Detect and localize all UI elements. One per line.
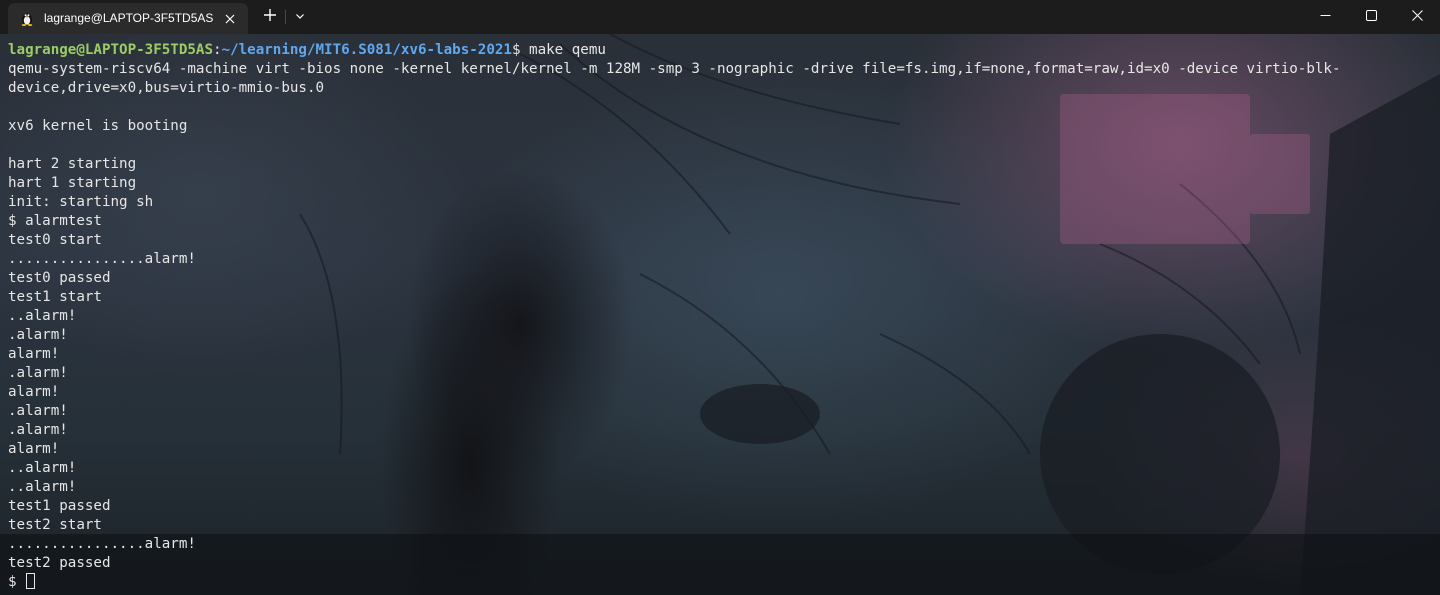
output-line: test0 start xyxy=(8,232,102,248)
output-line: hart 1 starting xyxy=(8,175,137,191)
prompt-user-host: lagrange@LAPTOP-3F5TD5AS xyxy=(8,42,213,58)
prompt-command: make qemu xyxy=(520,42,606,58)
final-prompt: $ xyxy=(8,574,26,590)
output-line: test1 start xyxy=(8,289,102,305)
output-line: device,drive=x0,bus=virtio-mmio-bus.0 xyxy=(8,80,325,96)
minimize-icon xyxy=(1320,8,1331,26)
output-line: .alarm! xyxy=(8,327,68,343)
output-line: ................alarm! xyxy=(8,536,196,552)
output-line: test2 passed xyxy=(8,555,111,571)
close-tab-icon[interactable] xyxy=(220,9,240,29)
maximize-button[interactable] xyxy=(1348,0,1394,33)
new-tab-button[interactable] xyxy=(256,3,284,31)
close-window-button[interactable] xyxy=(1394,0,1440,33)
output-line: ..alarm! xyxy=(8,308,77,324)
tab-active[interactable]: lagrange@LAPTOP-3F5TD5AS xyxy=(8,3,248,34)
terminal-output: lagrange@LAPTOP-3F5TD5AS:~/learning/MIT6… xyxy=(8,41,1341,592)
prompt-path: ~/learning/MIT6.S081/xv6-labs-2021 xyxy=(221,42,512,58)
output-line: ................alarm! xyxy=(8,251,196,267)
prompt-symbol: $ xyxy=(511,42,521,58)
output-line: .alarm! xyxy=(8,422,68,438)
output-line: ..alarm! xyxy=(8,479,77,495)
output-line: alarm! xyxy=(8,346,60,362)
output-line: test1 passed xyxy=(8,498,111,514)
close-icon xyxy=(1411,8,1423,26)
output-line: init: starting sh xyxy=(8,194,154,210)
output-line: ..alarm! xyxy=(8,460,77,476)
output-line: test2 start xyxy=(8,517,102,533)
prompt-separator: : xyxy=(213,42,222,58)
chevron-down-icon xyxy=(295,8,305,26)
output-line: xv6 kernel is booting xyxy=(8,118,188,134)
output-line: .alarm! xyxy=(8,365,68,381)
linux-penguin-icon xyxy=(19,10,35,26)
output-line: alarm! xyxy=(8,441,60,457)
maximize-icon xyxy=(1365,8,1377,26)
prompt-line: lagrange@LAPTOP-3F5TD5AS:~/learning/MIT6… xyxy=(8,41,1341,60)
output-line: alarm! xyxy=(8,384,60,400)
profile-dropdown-button[interactable] xyxy=(286,3,314,31)
output-line: $ alarmtest xyxy=(8,213,102,229)
terminal-pane[interactable]: lagrange@LAPTOP-3F5TD5AS:~/learning/MIT6… xyxy=(0,34,1440,595)
output-line: qemu-system-riscv64 -machine virt -bios … xyxy=(8,61,1341,77)
output-line: hart 2 starting xyxy=(8,156,137,172)
output-line: .alarm! xyxy=(8,403,68,419)
title-bar: lagrange@LAPTOP-3F5TD5AS xyxy=(0,0,1440,34)
tab-title: lagrange@LAPTOP-3F5TD5AS xyxy=(44,11,214,25)
plus-icon xyxy=(263,8,277,27)
minimize-button[interactable] xyxy=(1302,0,1348,33)
final-prompt-line: $ xyxy=(8,573,1341,592)
output-line: test0 passed xyxy=(8,270,111,286)
terminal-cursor[interactable] xyxy=(26,573,36,589)
terminal-window: lagrange@LAPTOP-3F5TD5AS lagrange@LAPTOP… xyxy=(0,0,1440,595)
